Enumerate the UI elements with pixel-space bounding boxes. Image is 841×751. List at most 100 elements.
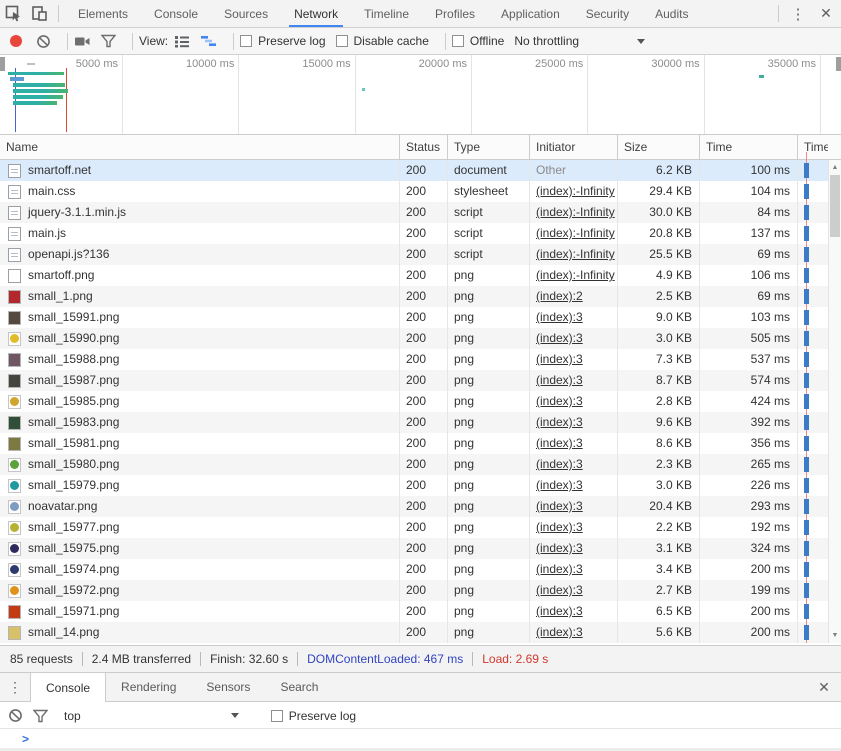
camera-icon[interactable] <box>74 35 91 48</box>
console-filter-icon[interactable] <box>33 709 48 723</box>
console-preserve-log-checkbox[interactable]: Preserve log <box>271 709 356 723</box>
table-row[interactable]: small_15990.png200png(index):33.0 KB505 … <box>0 328 828 349</box>
initiator-link[interactable]: (index):-Infinity <box>536 268 615 282</box>
initiator-link[interactable]: (index):-Infinity <box>536 226 615 240</box>
initiator-link[interactable]: (index):3 <box>536 499 583 513</box>
scroll-down-icon[interactable]: ▼ <box>829 629 841 642</box>
console-clear-icon[interactable] <box>8 708 23 723</box>
execution-context-select[interactable]: top <box>64 709 261 723</box>
initiator-link[interactable]: (index):-Infinity <box>536 205 615 219</box>
kebab-menu-icon[interactable]: ⋮ <box>785 5 811 23</box>
checkbox[interactable] <box>336 35 348 47</box>
initiator-link[interactable]: (index):-Infinity <box>536 247 615 261</box>
initiator-link[interactable]: (index):3 <box>536 583 583 597</box>
tab-timeline[interactable]: Timeline <box>351 0 422 27</box>
initiator-link[interactable]: (index):3 <box>536 541 583 555</box>
scrollbar-thumb[interactable] <box>830 175 840 237</box>
offline-checkbox[interactable]: Offline <box>452 34 504 48</box>
tab-sources[interactable]: Sources <box>211 0 281 27</box>
close-icon[interactable]: ✕ <box>811 5 841 22</box>
column-header-size[interactable]: Size <box>618 135 700 159</box>
initiator-link[interactable]: (index):3 <box>536 562 583 576</box>
disable-cache-checkbox[interactable]: Disable cache <box>336 34 429 48</box>
column-header-time[interactable]: Time <box>700 135 798 159</box>
table-row[interactable]: small_15983.png200png(index):39.6 KB392 … <box>0 412 828 433</box>
table-row[interactable]: small_1.png200png(index):22.5 KB69 ms <box>0 286 828 307</box>
table-row[interactable]: small_15972.png200png(index):32.7 KB199 … <box>0 580 828 601</box>
table-row[interactable]: small_15988.png200png(index):37.3 KB537 … <box>0 349 828 370</box>
initiator-link[interactable]: (index):3 <box>536 520 583 534</box>
initiator-link[interactable]: (index):3 <box>536 604 583 618</box>
initiator-link[interactable]: (index):3 <box>536 436 583 450</box>
tab-security[interactable]: Security <box>573 0 642 27</box>
drawer-tab-search[interactable]: Search <box>265 673 333 701</box>
table-row[interactable]: small_15974.png200png(index):33.4 KB200 … <box>0 559 828 580</box>
table-row[interactable]: main.css200stylesheet(index):-Infinity29… <box>0 181 828 202</box>
initiator-link[interactable]: (index):-Infinity <box>536 184 615 198</box>
initiator-link[interactable]: (index):3 <box>536 394 583 408</box>
size-cell: 30.0 KB <box>618 202 700 223</box>
initiator-link[interactable]: (index):3 <box>536 457 583 471</box>
table-row[interactable]: small_15985.png200png(index):32.8 KB424 … <box>0 391 828 412</box>
column-header-timeline[interactable]: Timeline <box>798 135 828 159</box>
device-toolbar-icon[interactable] <box>26 1 52 27</box>
drawer-kebab-menu-icon[interactable]: ⋮ <box>0 673 30 701</box>
throttling-select[interactable]: No throttling <box>514 34 645 48</box>
overview-grip-right[interactable] <box>836 57 841 71</box>
table-row[interactable]: small_15981.png200png(index):38.6 KB356 … <box>0 433 828 454</box>
initiator-link[interactable]: (index):3 <box>536 373 583 387</box>
drawer-close-icon[interactable]: ✕ <box>807 673 841 701</box>
drawer-tab-rendering[interactable]: Rendering <box>106 673 191 701</box>
checkbox[interactable] <box>240 35 252 47</box>
initiator-link[interactable]: (index):3 <box>536 625 583 639</box>
tab-application[interactable]: Application <box>488 0 573 27</box>
overview-strip[interactable]: 5000 ms10000 ms15000 ms20000 ms25000 ms3… <box>0 55 841 135</box>
table-scrollbar[interactable]: ▲ ▼ <box>828 160 841 643</box>
clear-icon[interactable] <box>36 34 51 49</box>
column-header-name[interactable]: Name <box>0 135 400 159</box>
console-prompt[interactable]: > <box>0 729 841 748</box>
initiator-link[interactable]: (index):3 <box>536 478 583 492</box>
table-row[interactable]: main.js200script(index):-Infinity20.8 KB… <box>0 223 828 244</box>
initiator-link[interactable]: (index):3 <box>536 310 583 324</box>
tab-elements[interactable]: Elements <box>65 0 141 27</box>
initiator-link[interactable]: (index):2 <box>536 289 583 303</box>
table-row[interactable]: small_15975.png200png(index):33.1 KB324 … <box>0 538 828 559</box>
tab-profiles[interactable]: Profiles <box>422 0 488 27</box>
checkbox[interactable] <box>452 35 464 47</box>
table-row[interactable]: openapi.js?136200script(index):-Infinity… <box>0 244 828 265</box>
table-row[interactable]: smartoff.net200documentOther6.2 KB100 ms <box>0 160 828 181</box>
preserve-log-checkbox[interactable]: Preserve log <box>240 34 325 48</box>
initiator-link[interactable]: (index):3 <box>536 415 583 429</box>
initiator-link[interactable]: (index):3 <box>536 331 583 345</box>
record-icon[interactable] <box>10 35 22 47</box>
table-row[interactable]: small_15987.png200png(index):38.7 KB574 … <box>0 370 828 391</box>
table-row[interactable]: small_15979.png200png(index):33.0 KB226 … <box>0 475 828 496</box>
table-row[interactable]: jquery-3.1.1.min.js200script(index):-Inf… <box>0 202 828 223</box>
table-row[interactable]: small_15991.png200png(index):39.0 KB103 … <box>0 307 828 328</box>
overview-grip-left[interactable] <box>0 57 5 71</box>
tab-audits[interactable]: Audits <box>642 0 701 27</box>
table-row[interactable]: small_15971.png200png(index):36.5 KB200 … <box>0 601 828 622</box>
column-header-type[interactable]: Type <box>448 135 530 159</box>
table-row[interactable]: noavatar.png200png(index):320.4 KB293 ms <box>0 496 828 517</box>
filter-icon[interactable] <box>101 34 116 48</box>
tab-console[interactable]: Console <box>141 0 211 27</box>
request-name: small_15991.png <box>28 307 119 328</box>
checkbox[interactable] <box>271 710 283 722</box>
list-view-icon[interactable] <box>174 35 190 48</box>
timeline-bar <box>804 205 809 220</box>
table-row[interactable]: smartoff.png200png(index):-Infinity4.9 K… <box>0 265 828 286</box>
column-header-status[interactable]: Status <box>400 135 448 159</box>
tab-network[interactable]: Network <box>281 0 351 27</box>
column-header-initiator[interactable]: Initiator <box>530 135 618 159</box>
initiator-link[interactable]: (index):3 <box>536 352 583 366</box>
inspect-element-icon[interactable] <box>0 1 26 27</box>
drawer-tab-sensors[interactable]: Sensors <box>191 673 265 701</box>
drawer-tab-console[interactable]: Console <box>30 673 106 702</box>
table-row[interactable]: small_15977.png200png(index):32.2 KB192 … <box>0 517 828 538</box>
table-row[interactable]: small_15980.png200png(index):32.3 KB265 … <box>0 454 828 475</box>
waterfall-view-icon[interactable] <box>200 35 217 47</box>
scroll-up-icon[interactable]: ▲ <box>829 161 841 174</box>
table-row[interactable]: small_14.png200png(index):35.6 KB200 ms <box>0 622 828 643</box>
